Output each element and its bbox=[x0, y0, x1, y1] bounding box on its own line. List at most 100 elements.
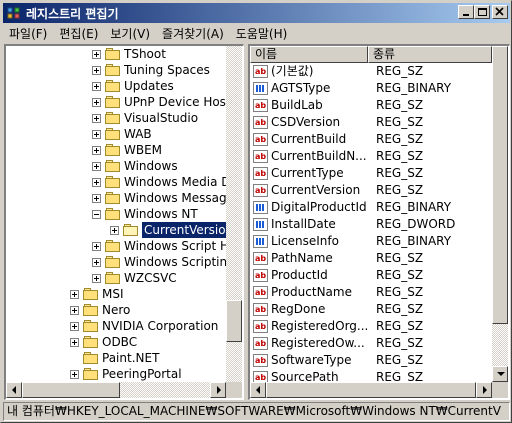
menu-favorites[interactable]: 즐겨찾기(A) bbox=[156, 25, 230, 43]
maximize-button[interactable] bbox=[474, 5, 490, 19]
tree-scroll-right-button[interactable] bbox=[210, 382, 226, 398]
column-header-type[interactable]: 종류 bbox=[368, 46, 492, 63]
list-vertical-scrollbar[interactable] bbox=[492, 46, 508, 382]
list-vscroll-thumb[interactable] bbox=[492, 46, 508, 324]
expand-plus-icon[interactable] bbox=[92, 242, 101, 251]
values-list-pane[interactable]: 이름 종류 ab (기본값) REG_SZ AGTSType REG_BINARY ab B… bbox=[248, 44, 510, 400]
tree-item[interactable]: CurrentVersion bbox=[6, 221, 237, 239]
tree-item[interactable]: Windows Script H bbox=[6, 238, 230, 254]
value-row[interactable]: ab CSDVersion REG_SZ bbox=[250, 114, 492, 131]
tree-item[interactable]: ODBC bbox=[6, 334, 226, 350]
tree-item[interactable]: PeeringPortal bbox=[6, 366, 226, 382]
tree-horizontal-scrollbar[interactable] bbox=[6, 382, 226, 398]
tree-item[interactable]: WBEM bbox=[6, 142, 226, 158]
expand-plus-icon[interactable] bbox=[110, 226, 119, 235]
value-row[interactable]: ab BuildLab REG_SZ bbox=[250, 97, 492, 114]
expand-plus-icon[interactable] bbox=[92, 258, 101, 267]
tree-item[interactable]: NVIDIA Corporation bbox=[6, 318, 226, 334]
close-icon bbox=[495, 7, 504, 16]
expand-plus-icon[interactable] bbox=[92, 162, 101, 171]
tree-hscroll-thumb[interactable] bbox=[22, 382, 120, 398]
list-horizontal-scrollbar[interactable] bbox=[250, 382, 492, 398]
list-scroll-left-button[interactable] bbox=[250, 382, 266, 398]
value-row[interactable]: DigitalProductId REG_BINARY bbox=[250, 199, 492, 216]
expand-plus-icon[interactable] bbox=[92, 274, 101, 283]
tree-item-label: Windows Script H bbox=[124, 239, 230, 253]
value-row[interactable]: ab PathName REG_SZ bbox=[250, 250, 492, 267]
list-scroll-down-button[interactable] bbox=[492, 366, 508, 382]
value-row[interactable]: ab CurrentVersion REG_SZ bbox=[250, 182, 492, 199]
tree-item[interactable]: MSI bbox=[6, 286, 226, 302]
expand-plus-icon[interactable] bbox=[70, 306, 79, 315]
collapse-minus-icon[interactable] bbox=[92, 210, 101, 219]
expand-plus-icon[interactable] bbox=[70, 322, 79, 331]
value-row[interactable]: ab ProductId REG_SZ bbox=[250, 267, 492, 284]
value-row[interactable]: ab (기본값) REG_SZ bbox=[250, 63, 492, 80]
list-scroll-right-button[interactable] bbox=[476, 382, 492, 398]
value-row[interactable]: ab CurrentBuildN... REG_SZ bbox=[250, 148, 492, 165]
value-row[interactable]: ab RegisteredOrg... REG_SZ bbox=[250, 318, 492, 335]
tree-item[interactable]: Updates bbox=[6, 78, 226, 94]
tree-item-label: Windows NT bbox=[124, 207, 198, 221]
menu-help[interactable]: 도움말(H) bbox=[230, 25, 294, 43]
tree-vscroll-thumb[interactable] bbox=[226, 300, 242, 342]
expand-plus-icon[interactable] bbox=[70, 338, 79, 347]
menu-view[interactable]: 보기(V) bbox=[104, 25, 156, 43]
tree-item[interactable]: WZCSVC bbox=[6, 270, 226, 286]
tree-item[interactable]: TShoot bbox=[6, 46, 226, 62]
tree-item[interactable]: Nero bbox=[6, 302, 226, 318]
expand-plus-icon[interactable] bbox=[92, 178, 101, 187]
open-folder-icon bbox=[123, 224, 139, 237]
value-row[interactable]: LicenseInfo REG_BINARY bbox=[250, 233, 492, 250]
title-bar[interactable]: 레지스트리 편집기 bbox=[3, 3, 510, 23]
menu-file[interactable]: 파일(F) bbox=[3, 25, 53, 43]
menu-edit[interactable]: 편집(E) bbox=[53, 25, 104, 43]
tree-item[interactable]: Windows Scriptin bbox=[6, 254, 227, 270]
expand-plus-icon[interactable] bbox=[92, 66, 101, 75]
expand-plus-icon[interactable] bbox=[92, 50, 101, 59]
tree-item[interactable]: WAB bbox=[6, 126, 226, 142]
value-row[interactable]: ab CurrentType REG_SZ bbox=[250, 165, 492, 182]
value-row[interactable]: InstallDate REG_DWORD bbox=[250, 216, 492, 233]
tree-vertical-scrollbar[interactable] bbox=[226, 46, 242, 382]
expand-plus-icon[interactable] bbox=[92, 114, 101, 123]
tree-item-label: Tuning Spaces bbox=[124, 63, 210, 77]
tree-item[interactable]: Windows NT bbox=[6, 206, 226, 222]
expand-plus-icon[interactable] bbox=[92, 130, 101, 139]
tree-item-label: VisualStudio bbox=[124, 111, 199, 125]
expand-plus-icon[interactable] bbox=[92, 146, 101, 155]
value-row[interactable]: ab RegDone REG_SZ bbox=[250, 301, 492, 318]
tree-item[interactable]: Tuning Spaces bbox=[6, 62, 226, 78]
expand-plus-icon[interactable] bbox=[92, 82, 101, 91]
value-type: REG_SZ bbox=[376, 353, 424, 367]
column-header-name[interactable]: 이름 bbox=[250, 46, 368, 63]
value-row[interactable]: ab RegisteredOw... REG_SZ bbox=[250, 335, 492, 352]
key-tree-pane[interactable]: TShoot Tuning Spaces Updates UPnP Device Ho… bbox=[4, 44, 244, 400]
value-name: ProductName bbox=[271, 285, 352, 299]
expand-plus-icon[interactable] bbox=[70, 290, 79, 299]
string-value-icon: ab bbox=[253, 167, 268, 180]
value-row[interactable]: AGTSType REG_BINARY bbox=[250, 80, 492, 97]
tree-item[interactable]: VisualStudio bbox=[6, 110, 226, 126]
list-hscroll-thumb[interactable] bbox=[266, 382, 476, 398]
tree-item[interactable]: UPnP Device Hos bbox=[6, 94, 226, 110]
tree-scroll-left-button[interactable] bbox=[6, 382, 22, 398]
tree-item[interactable]: Windows bbox=[6, 158, 226, 174]
tree-item-label: TShoot bbox=[124, 47, 166, 61]
tree-item-label: Windows Media D bbox=[124, 175, 231, 189]
tree-item[interactable]: Windows Media D bbox=[6, 174, 230, 190]
tree-item[interactable]: Windows Messag bbox=[6, 190, 227, 206]
binary-value-icon bbox=[253, 235, 268, 248]
value-row[interactable]: ab CurrentBuild REG_SZ bbox=[250, 131, 492, 148]
string-value-icon: ab bbox=[253, 116, 268, 129]
binary-value-icon bbox=[253, 82, 268, 95]
expand-plus-icon[interactable] bbox=[92, 194, 101, 203]
minimize-button[interactable] bbox=[458, 5, 474, 19]
tree-item[interactable]: Paint.NET bbox=[6, 350, 226, 366]
value-name: BuildLab bbox=[271, 98, 323, 112]
value-row[interactable]: ab ProductName REG_SZ bbox=[250, 284, 492, 301]
expand-plus-icon[interactable] bbox=[92, 98, 101, 107]
expand-plus-icon[interactable] bbox=[70, 370, 79, 379]
value-row[interactable]: ab SoftwareType REG_SZ bbox=[250, 352, 492, 369]
close-button[interactable] bbox=[492, 5, 508, 19]
